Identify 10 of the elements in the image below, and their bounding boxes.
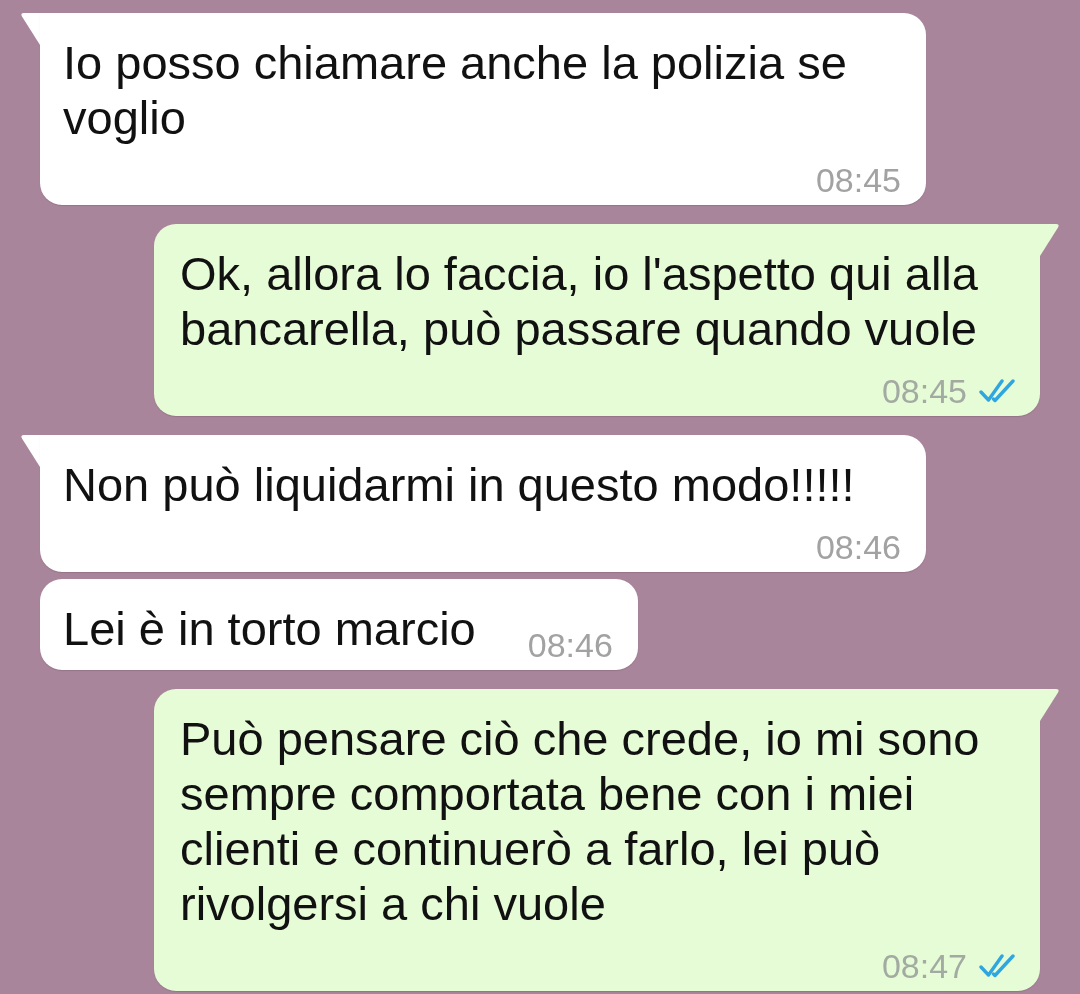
message-text: Io posso chiamare anche la polizia se voglio	[63, 35, 848, 145]
message-time: 08:46	[527, 630, 613, 660]
message-text: Lei è in torto marcio	[63, 601, 476, 656]
message-text: Non può liquidarmi in questo modo!!!!!	[63, 457, 856, 512]
message-text: Ok, allora lo faccia, io l'aspetto qui alla bancarella, può passare quando vuole	[180, 246, 979, 356]
message-text: Può pensare ciò che crede, io mi sono sempre comportata bene con i miei clienti e continuerò a farlo, lei può rivolgersi a chi vuole	[180, 711, 981, 931]
message-time: 08:45	[815, 165, 901, 195]
message-time: 08:47	[881, 951, 967, 981]
message-time: 08:46	[815, 532, 901, 562]
message-time: 08:45	[881, 376, 967, 406]
